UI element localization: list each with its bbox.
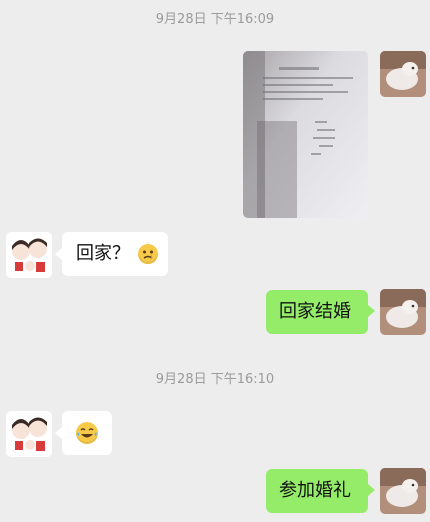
cat-avatar-icon bbox=[380, 468, 426, 514]
message-bubble-outgoing-2[interactable]: 参加婚礼 bbox=[266, 469, 368, 513]
timestamp-2: 9月28日 下午16:10 bbox=[155, 372, 275, 387]
cat-avatar-icon bbox=[380, 289, 426, 335]
laughing-crying-face-icon bbox=[76, 422, 98, 444]
message-bubble-incoming-2[interactable] bbox=[62, 411, 112, 455]
message-text: 参加婚礼 bbox=[279, 480, 351, 501]
couple-avatar-icon bbox=[6, 232, 52, 278]
bubble-tail bbox=[55, 427, 62, 439]
bubble-tail bbox=[55, 248, 62, 260]
cat-avatar-2[interactable] bbox=[380, 289, 426, 335]
crying-face-icon bbox=[138, 244, 158, 264]
couple-avatar-icon bbox=[6, 411, 52, 457]
couple-avatar-2[interactable] bbox=[6, 411, 52, 457]
bubble-tail bbox=[368, 484, 375, 496]
timestamp-1: 9月28日 下午16:09 bbox=[155, 12, 275, 27]
couple-avatar-1[interactable] bbox=[6, 232, 52, 278]
message-text: 回家？ bbox=[76, 243, 130, 264]
cat-avatar-3[interactable] bbox=[380, 468, 426, 514]
message-bubble-incoming-1[interactable]: 回家？ bbox=[62, 232, 168, 276]
cat-avatar-1[interactable] bbox=[380, 51, 426, 97]
document-photo-icon bbox=[243, 51, 368, 218]
photo-message[interactable] bbox=[243, 51, 368, 218]
message-text: 回家结婚 bbox=[279, 301, 351, 322]
message-bubble-outgoing-1[interactable]: 回家结婚 bbox=[266, 290, 368, 334]
bubble-tail bbox=[368, 305, 375, 317]
cat-avatar-icon bbox=[380, 51, 426, 97]
